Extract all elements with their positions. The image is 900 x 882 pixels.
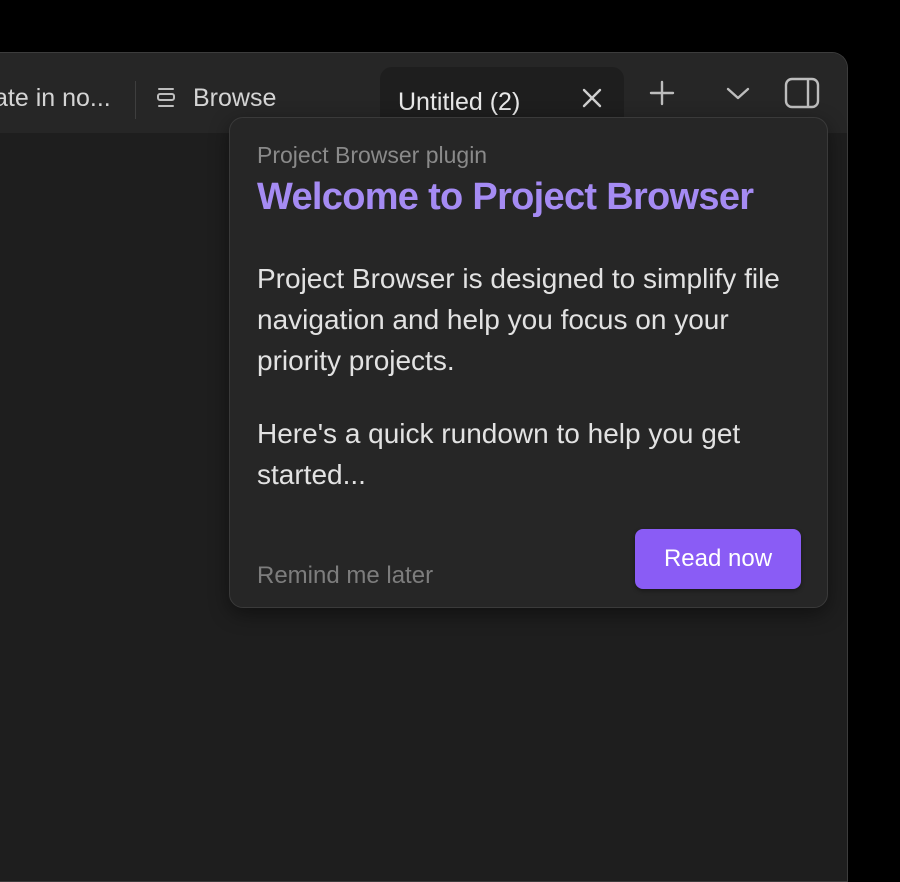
plus-icon[interactable] (646, 77, 678, 109)
chevron-down-icon[interactable] (722, 77, 754, 109)
sidebar-toggle-icon[interactable] (784, 77, 820, 109)
popover-paragraph: Here's a quick rundown to help you get s… (257, 418, 741, 490)
remind-me-later-link[interactable]: Remind me later (257, 562, 433, 590)
tab-divider (135, 81, 136, 119)
read-now-button[interactable]: Read now (635, 529, 801, 589)
popover-paragraph: Project Browser is designed to simplify … (257, 263, 780, 376)
tab-truncated-note[interactable]: ate in no... (0, 67, 111, 129)
close-icon[interactable] (580, 86, 604, 110)
welcome-popover: Project Browser plugin Welcome to Projec… (229, 117, 828, 608)
popover-body: Project Browser is designed to simplify … (257, 258, 802, 527)
tab-label: ate in no... (0, 83, 111, 112)
popover-title: Welcome to Project Browser (257, 176, 754, 218)
tab-label: Browse (193, 83, 277, 112)
project-browser-icon (157, 88, 175, 107)
popover-kicker: Project Browser plugin (257, 142, 488, 168)
tab-label: Untitled (2) (398, 87, 521, 116)
